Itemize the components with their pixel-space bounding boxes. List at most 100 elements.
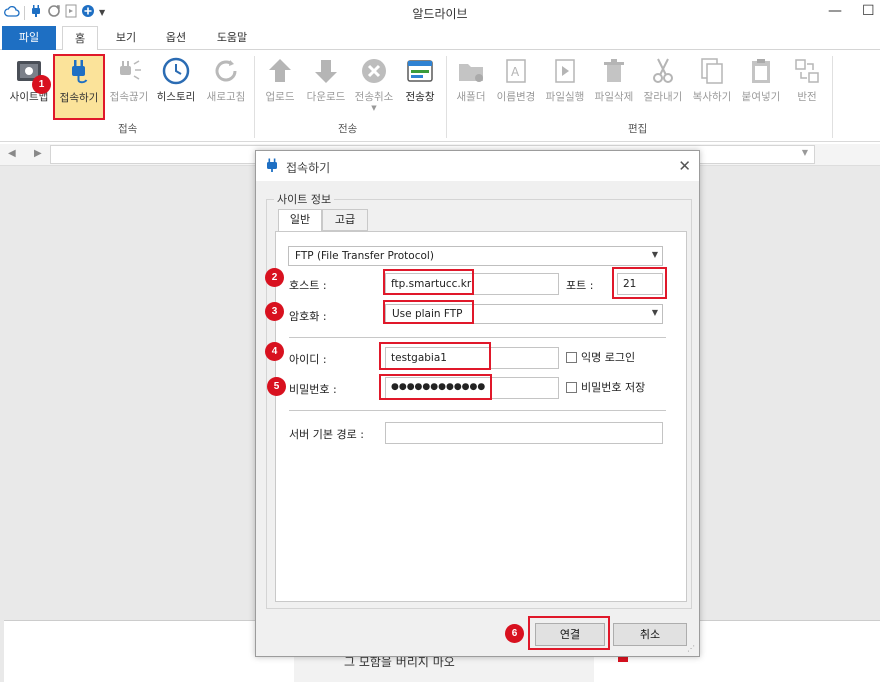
back-arrow-icon[interactable]: ◀: [8, 148, 16, 159]
encryption-select[interactable]: Use plain FTP ▼: [385, 304, 663, 324]
ribbon-separator: [254, 56, 255, 138]
rename-icon: A: [501, 56, 531, 86]
download-arrow-icon: [311, 56, 341, 86]
port-input[interactable]: 21: [617, 273, 663, 295]
maximize-icon[interactable]: ☐: [862, 3, 875, 19]
divider: [289, 410, 666, 411]
step-badge-3: 3: [265, 302, 284, 321]
cut-button[interactable]: 잘라내기: [640, 56, 686, 104]
divider: [289, 337, 666, 338]
paste-button[interactable]: 붙여넣기: [738, 56, 784, 104]
transfer-window-icon: [405, 56, 435, 86]
step-badge-4: 4: [265, 342, 284, 361]
tab-file[interactable]: 파일: [2, 26, 56, 50]
transfer-window-button[interactable]: 전송창: [400, 56, 440, 104]
resize-grip-icon[interactable]: ⋰: [687, 644, 697, 654]
forward-arrow-icon[interactable]: ▶: [34, 148, 42, 159]
encryption-label: 암호화 :: [289, 310, 327, 323]
close-icon[interactable]: ✕: [678, 157, 691, 175]
port-label: 포트 :: [566, 279, 594, 292]
new-folder-label: 새폴더: [456, 91, 486, 103]
encryption-value: Use plain FTP: [392, 308, 463, 320]
copy-button[interactable]: 복사하기: [689, 56, 735, 104]
host-input[interactable]: ftp.smartucc.kr: [385, 273, 559, 295]
refresh-label: 새로고침: [206, 91, 246, 103]
invert-button[interactable]: 반전: [790, 56, 824, 104]
cancel-transfer-label: 전송취소: [354, 91, 394, 103]
ribbon-separator: [832, 56, 833, 138]
plug-icon: [265, 158, 279, 177]
step-badge-5: 5: [267, 377, 286, 396]
upload-button[interactable]: 업로드: [260, 56, 300, 104]
host-label: 호스트 :: [289, 279, 327, 292]
disconnect-button[interactable]: 접속끊기: [105, 56, 153, 104]
save-password-label: 비밀번호 저장: [581, 381, 646, 394]
cancel-transfer-button[interactable]: 전송취소 ▼: [351, 56, 397, 112]
title-bar: ▼ 알드라이브 — ☐: [0, 0, 880, 26]
tab-advanced[interactable]: 고급: [322, 209, 368, 231]
history-button[interactable]: 히스토리: [153, 56, 199, 104]
disconnect-label: 접속끊기: [109, 91, 149, 103]
cancel-button[interactable]: 취소: [613, 623, 687, 646]
tab-help[interactable]: 도움말: [210, 26, 254, 50]
protocol-select[interactable]: FTP (File Transfer Protocol) ▼: [288, 246, 663, 266]
tab-options[interactable]: 옵션: [160, 26, 192, 50]
rename-label: 이름변경: [496, 91, 536, 103]
svg-text:A: A: [511, 65, 520, 79]
checkbox-box[interactable]: [566, 381, 577, 393]
server-path-input[interactable]: [385, 422, 663, 444]
folder-icon: [456, 56, 486, 86]
run-file-button[interactable]: 파일실행: [542, 56, 588, 104]
rename-button[interactable]: A 이름변경: [493, 56, 539, 104]
group-connect-label: 접속: [118, 123, 138, 135]
plug-icon: [64, 57, 94, 87]
unplug-icon: [114, 56, 144, 86]
refresh-button[interactable]: 새로고침: [202, 56, 250, 104]
connect-label: 접속하기: [59, 92, 99, 104]
id-label: 아이디 :: [289, 353, 327, 366]
connect-dialog: 접속하기 ✕ 사이트 정보 일반 고급 FTP (File Transfer P…: [255, 150, 700, 657]
paste-label: 붙여넣기: [741, 91, 781, 103]
id-input[interactable]: testgabia1: [385, 347, 559, 369]
step-badge-2: 2: [265, 268, 284, 287]
minimize-icon[interactable]: —: [828, 3, 842, 19]
chevron-down-icon: ▼: [651, 308, 658, 317]
cut-label: 잘라내기: [643, 91, 683, 103]
tab-home[interactable]: 홈: [62, 26, 98, 51]
password-label: 비밀번호 :: [289, 383, 337, 396]
chevron-down-icon[interactable]: ▼: [802, 148, 808, 157]
ribbon-tab-bar: 파일 홈 보기 옵션 도움말: [0, 26, 880, 51]
password-input[interactable]: ●●●●●●●●●●●●: [385, 377, 559, 399]
upload-arrow-icon: [265, 56, 295, 86]
refresh-icon: [211, 56, 241, 86]
site-info-legend: 사이트 정보: [274, 191, 335, 207]
copy-label: 복사하기: [692, 91, 732, 103]
chevron-down-icon: ▼: [371, 104, 377, 112]
group-edit-label: 편집: [628, 123, 648, 135]
save-password-checkbox[interactable]: 비밀번호 저장: [566, 379, 645, 395]
anonymous-login-label: 익명 로그인: [581, 351, 636, 364]
protocol-value: FTP (File Transfer Protocol): [295, 250, 434, 262]
tab-general[interactable]: 일반: [278, 209, 322, 232]
history-label: 히스토리: [156, 91, 196, 103]
step-badge-6: 6: [505, 624, 524, 643]
new-folder-button[interactable]: 새폴더: [452, 56, 490, 104]
checkbox-box[interactable]: [566, 351, 577, 363]
connect-button[interactable]: 접속하기: [54, 54, 104, 120]
step-badge-1: 1: [32, 75, 51, 94]
cancel-circle-icon: [359, 56, 389, 86]
download-button[interactable]: 다운로드: [302, 56, 350, 104]
download-label: 다운로드: [306, 91, 346, 103]
tab-view[interactable]: 보기: [110, 26, 142, 50]
ribbon-panel: 사이트맵 접속하기 접속끊기 히스토리 새로고침 접속 업로드 다운로드 전송취…: [0, 50, 880, 142]
invert-selection-icon: [792, 56, 822, 86]
delete-file-button[interactable]: 파일삭제: [591, 56, 637, 104]
dialog-title-bar: 접속하기 ✕: [256, 151, 699, 181]
transfer-window-label: 전송창: [405, 91, 435, 103]
run-file-label: 파일실행: [545, 91, 585, 103]
run-file-icon: [550, 56, 580, 86]
copy-icon: [697, 56, 727, 86]
anonymous-login-checkbox[interactable]: 익명 로그인: [566, 349, 635, 365]
connect-submit-button[interactable]: 연결: [535, 623, 605, 646]
group-transfer-label: 전송: [338, 123, 358, 135]
